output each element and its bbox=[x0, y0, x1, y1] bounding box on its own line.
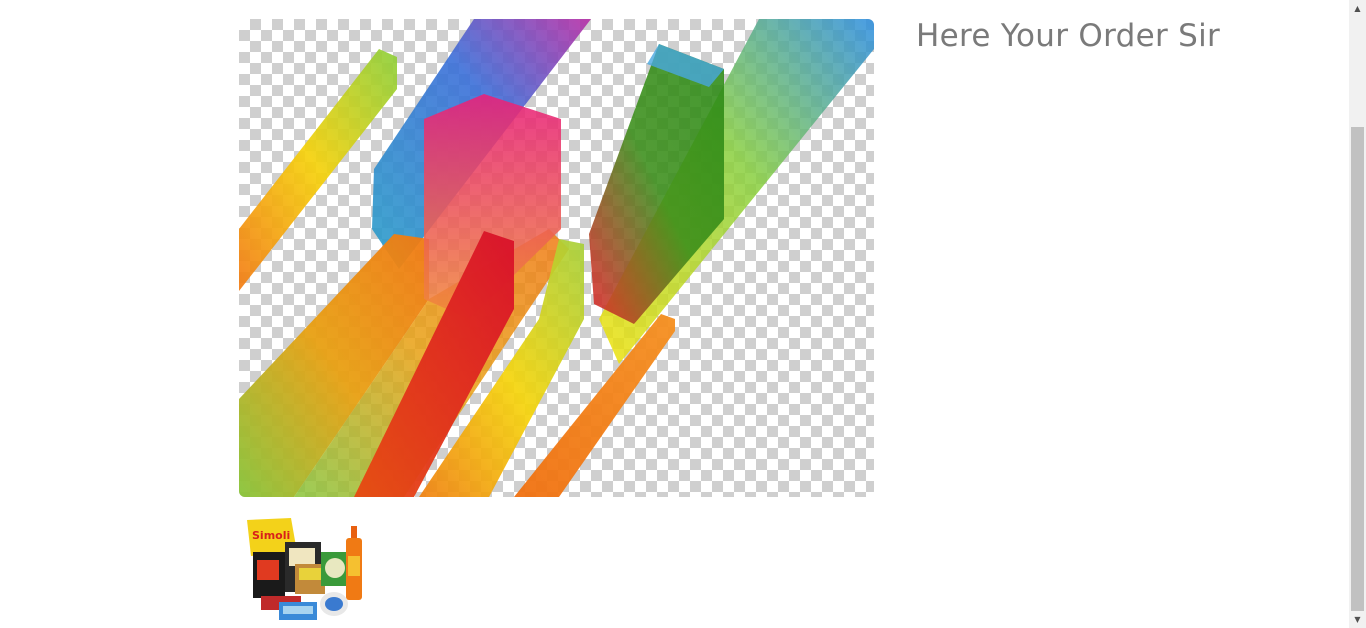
triangle-down-icon[interactable]: ▼ bbox=[1349, 611, 1366, 628]
scrollbar-thumb[interactable] bbox=[1351, 127, 1364, 611]
product-thumbnail[interactable]: Simoli bbox=[239, 512, 379, 628]
main-product-image bbox=[239, 19, 874, 497]
order-title: Here Your Order Sir bbox=[916, 18, 1221, 54]
vertical-scrollbar[interactable]: ▲ ▼ bbox=[1349, 0, 1366, 628]
product-page: Here Your Order Sir Simoli ▲ ▼ bbox=[0, 0, 1366, 628]
thumbnail-brand-text: Simoli bbox=[252, 529, 290, 542]
triangle-up-icon[interactable]: ▲ bbox=[1349, 0, 1366, 17]
